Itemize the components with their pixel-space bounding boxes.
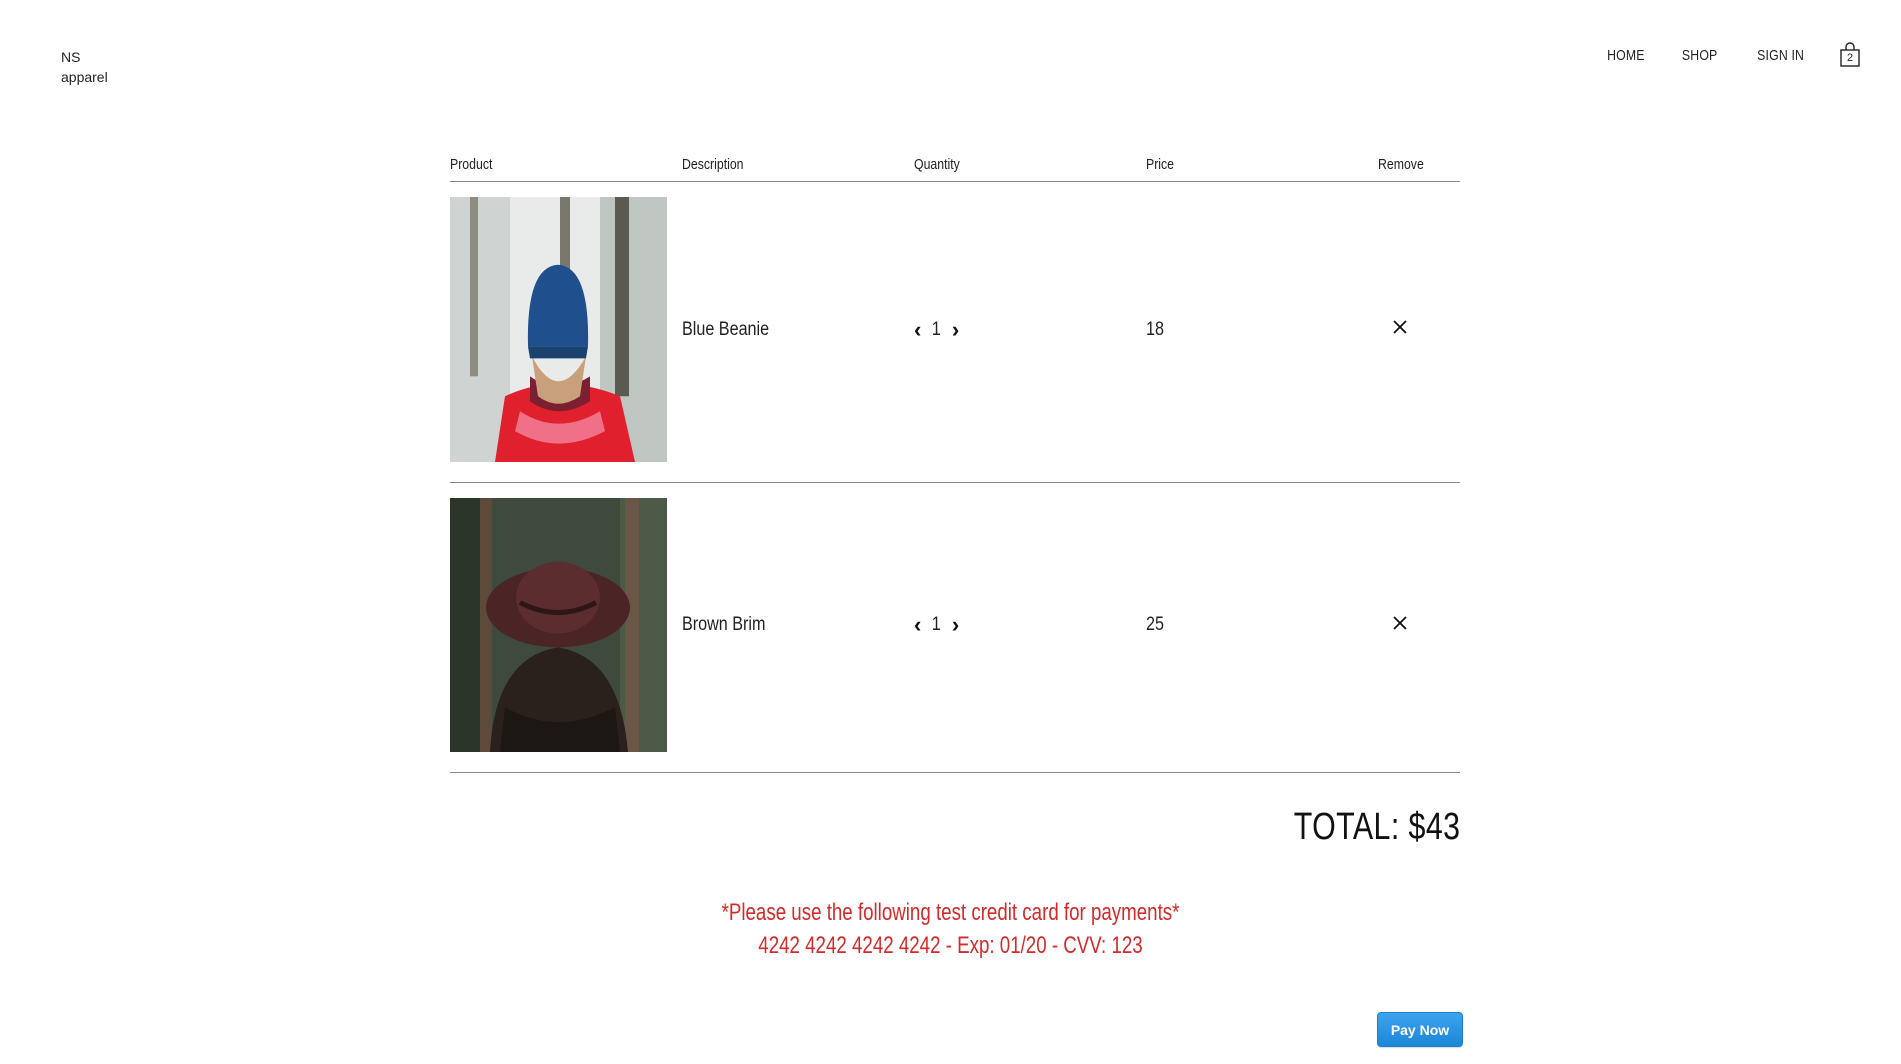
brand-logo[interactable]: NS apparel (61, 47, 108, 87)
header-description: Description (682, 156, 744, 173)
header-price: Price (1146, 156, 1175, 173)
checkout-page: NS apparel HOME SHOP SIGN IN 2 Product D… (0, 0, 1901, 1064)
nav-shop-link[interactable]: SHOP (1682, 47, 1718, 64)
item-description: Brown Brim (682, 614, 766, 635)
quantity-value: 1 (932, 614, 942, 635)
cart-table: Product Description Quantity Price Remov… (450, 148, 1460, 773)
pay-now-button[interactable]: Pay Now (1377, 1012, 1463, 1047)
brand-line-1: NS (61, 49, 81, 65)
notice-line-1: *Please use the following test credit ca… (721, 899, 1180, 926)
order-total: TOTAL: $43 (1293, 806, 1460, 848)
nav-sign-in-link[interactable]: SIGN IN (1757, 47, 1804, 64)
main-nav: HOME SHOP SIGN IN 2 (1603, 42, 1861, 68)
quantity-value: 1 (932, 318, 942, 340)
brand-line-2: apparel (61, 69, 108, 85)
table-row: Brown Brim ‹ 1 › 25 (450, 483, 1460, 773)
increase-quantity-icon[interactable]: › (952, 614, 959, 636)
header-remove: Remove (1378, 156, 1424, 173)
remove-item-icon[interactable] (1390, 317, 1410, 337)
decrease-quantity-icon[interactable]: ‹ (914, 614, 921, 636)
product-image-blue-beanie[interactable] (450, 197, 667, 462)
notice-line-2: 4242 4242 4242 4242 - Exp: 01/20 - CVV: … (758, 932, 1143, 959)
cart-button[interactable]: 2 (1839, 42, 1861, 68)
item-description: Blue Beanie (682, 318, 770, 340)
remove-item-icon[interactable] (1390, 613, 1410, 633)
product-image-brown-brim[interactable] (450, 498, 667, 752)
cart-count: 2 (1846, 52, 1854, 64)
quantity-stepper: ‹ 1 › (914, 318, 1146, 341)
header-product: Product (450, 156, 493, 173)
table-header: Product Description Quantity Price Remov… (450, 148, 1460, 182)
table-row: Blue Beanie ‹ 1 › 18 (450, 182, 1460, 483)
item-price: 25 (1146, 614, 1164, 635)
nav-home-link[interactable]: HOME (1607, 47, 1645, 64)
item-price: 18 (1146, 318, 1164, 340)
increase-quantity-icon[interactable]: › (952, 318, 959, 341)
test-card-notice: *Please use the following test credit ca… (0, 896, 1901, 962)
header-quantity: Quantity (914, 156, 960, 173)
quantity-stepper: ‹ 1 › (914, 614, 1146, 636)
decrease-quantity-icon[interactable]: ‹ (914, 318, 921, 341)
